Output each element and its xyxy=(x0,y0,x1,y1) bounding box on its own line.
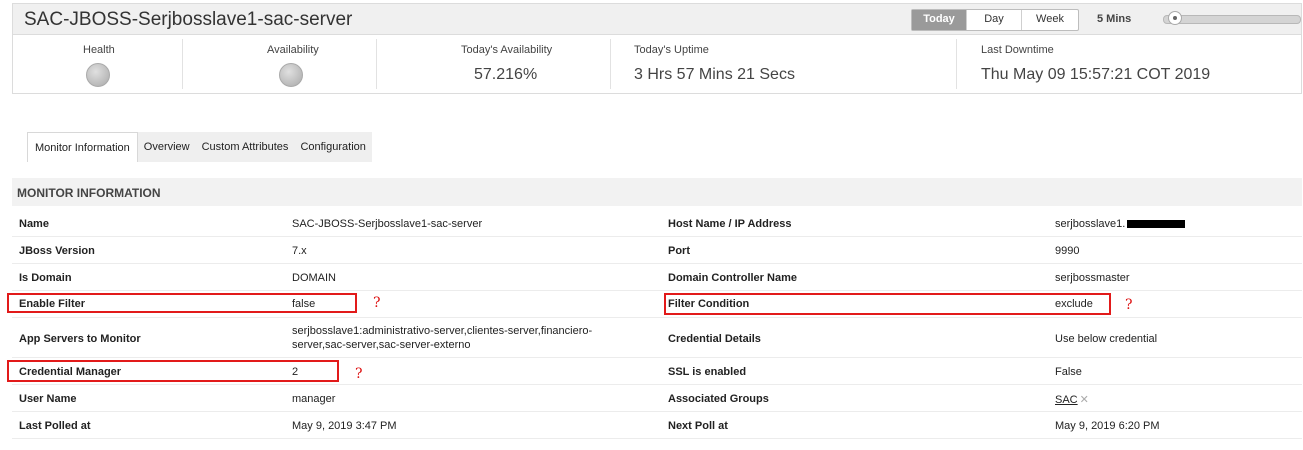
todays-uptime-stat: Today's Uptime 3 Hrs 57 Mins 21 Secs xyxy=(611,35,955,93)
table-row: Last Polled at May 9, 2019 3:47 PM Next … xyxy=(12,412,1302,439)
highlight-box-enable-filter xyxy=(7,293,357,313)
health-stat: Health xyxy=(13,35,181,93)
availability-label: Availability xyxy=(267,44,319,56)
last-downtime-stat: Last Downtime Thu May 09 15:57:21 COT 20… xyxy=(957,35,1301,93)
tab-monitor-information[interactable]: Monitor Information xyxy=(27,132,138,162)
range-day-button[interactable]: Day xyxy=(967,10,1022,30)
field-value: May 9, 2019 6:20 PM xyxy=(1055,420,1160,432)
field-value: 7.x xyxy=(292,245,307,257)
field-label: Last Polled at xyxy=(19,420,91,432)
table-row: Name SAC-JBOSS-Serjbosslave1-sac-server … xyxy=(12,210,1302,237)
field-value: serjbosslave1. xyxy=(1055,218,1186,230)
tab-overview[interactable]: Overview xyxy=(138,132,196,162)
field-label: SSL is enabled xyxy=(668,366,747,378)
field-label: Associated Groups xyxy=(668,393,769,405)
health-label: Health xyxy=(83,44,115,56)
field-value: SAC ✕ xyxy=(1055,393,1089,406)
last-downtime-value: Thu May 09 15:57:21 COT 2019 xyxy=(981,66,1211,83)
question-mark-annotation: ? xyxy=(355,366,363,382)
field-label: App Servers to Monitor xyxy=(19,333,141,345)
field-value: SAC-JBOSS-Serjbosslave1-sac-server xyxy=(292,218,483,230)
poll-interval-label: 5 Mins xyxy=(1097,13,1132,25)
availability-status-icon[interactable] xyxy=(279,63,303,87)
field-label: Name xyxy=(19,218,49,230)
field-value: 9990 xyxy=(1055,245,1080,257)
table-row: Is Domain DOMAIN Domain Controller Name … xyxy=(12,264,1302,291)
field-value: serjbossmaster xyxy=(1055,272,1130,284)
period-selector: Today Day Week xyxy=(911,9,1079,31)
field-label: JBoss Version xyxy=(19,245,95,257)
todays-uptime-label: Today's Uptime xyxy=(634,44,709,56)
field-label: Next Poll at xyxy=(668,420,728,432)
tab-custom-attributes[interactable]: Custom Attributes xyxy=(196,132,295,162)
field-value-line-1: serjbosslave1:administrativo-server,clie… xyxy=(292,325,593,337)
host-name-value: serjbosslave1. xyxy=(1055,218,1126,230)
monitor-tabs: Monitor Information Overview Custom Attr… xyxy=(27,132,372,162)
last-downtime-label: Last Downtime xyxy=(981,44,1054,56)
highlight-box-credential-manager xyxy=(7,360,339,382)
tab-configuration[interactable]: Configuration xyxy=(294,132,371,162)
section-title: MONITOR INFORMATION xyxy=(17,186,161,200)
availability-stat: Availability xyxy=(183,35,375,93)
field-value: May 9, 2019 3:47 PM xyxy=(292,420,397,432)
field-value: Use below credential xyxy=(1055,333,1158,345)
slider-handle[interactable] xyxy=(1168,11,1182,25)
remove-group-icon[interactable]: ✕ xyxy=(1080,394,1089,406)
field-label: Domain Controller Name xyxy=(668,272,797,284)
page-title: SAC-JBOSS-Serjbosslave1-sac-server xyxy=(24,9,353,30)
availability-summary: Health Availability Today's Availability… xyxy=(12,35,1302,94)
field-label: Credential Details xyxy=(668,333,761,345)
section-header: MONITOR INFORMATION xyxy=(12,178,1302,206)
field-label: Is Domain xyxy=(19,272,72,284)
todays-availability-stat: Today's Availability 57.216% xyxy=(377,35,609,93)
table-row: App Servers to Monitor serjbosslave1:adm… xyxy=(12,318,1302,358)
associated-group-link[interactable]: SAC xyxy=(1055,394,1078,406)
field-value-line-2: server,sac-server,sac-server-externo xyxy=(292,339,471,351)
field-value: False xyxy=(1055,366,1082,378)
field-value: DOMAIN xyxy=(292,272,336,284)
field-value: manager xyxy=(292,393,336,405)
interval-slider[interactable] xyxy=(1163,11,1301,25)
field-label: Host Name / IP Address xyxy=(668,218,792,230)
field-label: User Name xyxy=(19,393,77,405)
table-row: JBoss Version 7.x Port 9990 xyxy=(12,237,1302,264)
redaction-bar xyxy=(1127,220,1186,229)
field-label: Port xyxy=(668,245,690,257)
question-mark-annotation: ? xyxy=(1125,297,1133,313)
highlight-box-filter-condition xyxy=(664,293,1111,315)
monitor-header: SAC-JBOSS-Serjbosslave1-sac-server Today… xyxy=(12,3,1302,35)
todays-availability-label: Today's Availability xyxy=(461,44,553,56)
todays-uptime-value: 3 Hrs 57 Mins 21 Secs xyxy=(634,66,795,83)
range-today-button[interactable]: Today xyxy=(912,10,967,30)
range-week-button[interactable]: Week xyxy=(1022,10,1078,30)
table-row: User Name manager Associated Groups SAC ✕ xyxy=(12,385,1302,412)
todays-availability-value: 57.216% xyxy=(474,66,538,83)
health-status-icon[interactable] xyxy=(86,63,110,87)
question-mark-annotation: ? xyxy=(373,295,381,311)
